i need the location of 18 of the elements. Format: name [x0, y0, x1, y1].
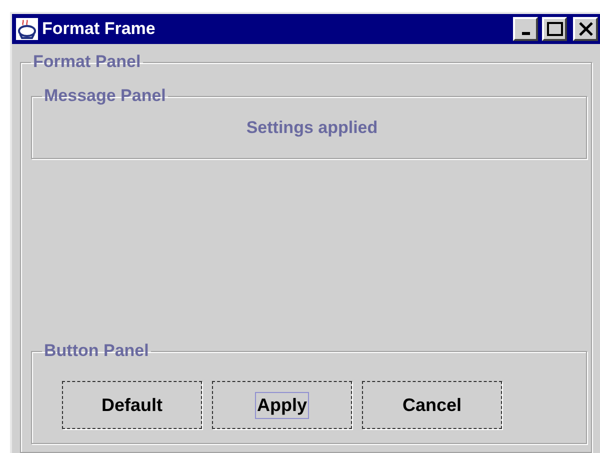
maximize-button[interactable] — [542, 17, 567, 41]
minimize-button[interactable] — [513, 17, 538, 41]
dialog-button[interactable]: Cancel — [362, 381, 502, 429]
button-label: Apply — [254, 392, 309, 418]
panel-title: Format Panel — [32, 52, 142, 72]
coffee-cup-icon — [16, 18, 38, 40]
panel-title: Message Panel — [43, 86, 167, 106]
status-message: Settings applied — [246, 118, 378, 138]
button-label: Cancel — [401, 394, 463, 416]
dialog-button[interactable]: Default — [62, 381, 202, 429]
minimize-icon — [522, 32, 530, 35]
maximize-icon — [546, 22, 562, 36]
window-title: Format Frame — [42, 19, 156, 39]
panel-title: Button Panel — [43, 341, 150, 361]
close-button[interactable] — [573, 17, 598, 41]
button-label: Default — [100, 394, 164, 416]
dialog-button[interactable]: Apply — [212, 381, 352, 429]
close-icon — [578, 22, 592, 36]
